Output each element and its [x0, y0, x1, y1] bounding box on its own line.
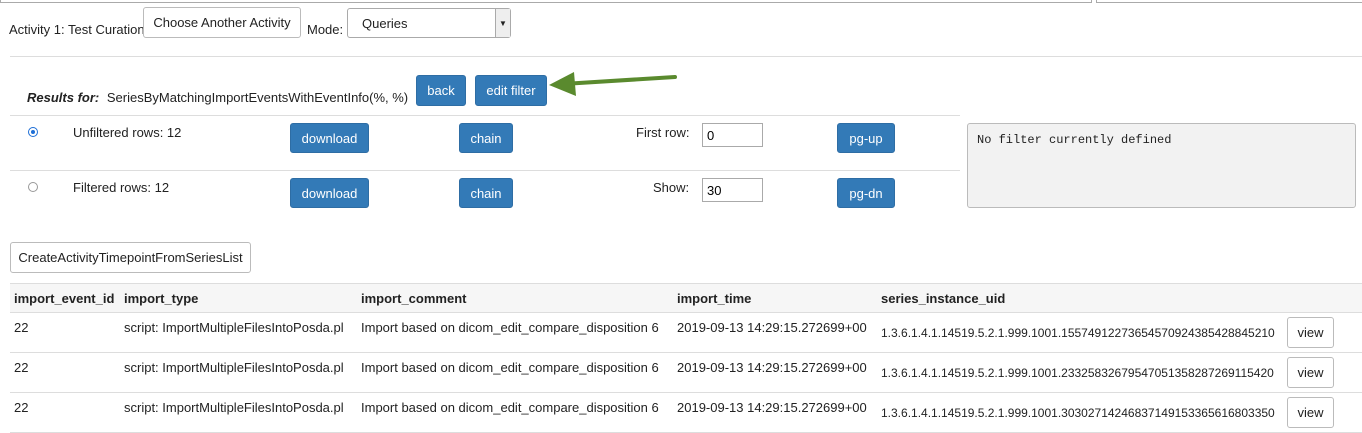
view-button[interactable]: view — [1287, 397, 1334, 428]
cell-series-uid: 1.3.6.1.4.1.14519.5.2.1.999.1001.2332583… — [877, 352, 1362, 393]
pg-dn-button[interactable]: pg-dn — [837, 178, 895, 208]
view-button[interactable]: view — [1287, 357, 1334, 388]
show-label: Show: — [653, 180, 690, 195]
show-input[interactable] — [702, 178, 763, 202]
arrow-left-icon — [549, 72, 677, 96]
divider — [10, 56, 1362, 57]
column-header: import_type — [120, 283, 357, 313]
results-heading: Results for: SeriesByMatchingImportEvent… — [27, 90, 408, 105]
cell-import-event-id: 22 — [10, 352, 120, 393]
cell-import-type: script: ImportMultipleFilesIntoPosda.pl — [120, 392, 357, 433]
series-uid-text: 1.3.6.1.4.1.14519.5.2.1.999.1001.2332583… — [881, 365, 1274, 380]
cell-import-type: script: ImportMultipleFilesIntoPosda.pl — [120, 312, 357, 353]
top-input-left[interactable] — [0, 0, 1092, 3]
cell-import-time: 2019-09-13 14:29:15.272699+00 — [673, 352, 877, 393]
first-row-label: First row: — [636, 125, 690, 140]
edit-filter-button[interactable]: edit filter — [475, 75, 547, 106]
cell-import-time: 2019-09-13 14:29:15.272699+00 — [673, 312, 877, 353]
download-button[interactable]: download — [290, 123, 369, 153]
chain-button[interactable]: chain — [459, 123, 513, 153]
chain-button[interactable]: chain — [459, 178, 513, 208]
divider — [10, 170, 960, 171]
filtered-rows-label: Filtered rows: 12 — [73, 180, 170, 195]
back-button[interactable]: back — [416, 75, 466, 106]
table-row: 22 script: ImportMultipleFilesIntoPosda.… — [10, 392, 1362, 433]
cell-import-event-id: 22 — [10, 312, 120, 353]
series-uid-text: 1.3.6.1.4.1.14519.5.2.1.999.1001.3030271… — [881, 405, 1275, 420]
column-header: import_comment — [357, 283, 673, 313]
mode-select-value: Queries — [362, 16, 408, 31]
chevron-down-icon: ▼ — [495, 9, 510, 37]
cell-series-uid: 1.3.6.1.4.1.14519.5.2.1.999.1001.3030271… — [877, 392, 1362, 433]
unfiltered-rows-label: Unfiltered rows: 12 — [73, 125, 182, 140]
filtered-radio[interactable] — [28, 182, 38, 192]
column-header: import_time — [673, 283, 877, 313]
column-header: series_instance_uid — [877, 283, 1362, 313]
table-row: 22 script: ImportMultipleFilesIntoPosda.… — [10, 352, 1362, 393]
results-prefix: Results for: — [27, 90, 100, 105]
cell-import-comment: Import based on dicom_edit_compare_dispo… — [357, 392, 673, 433]
choose-activity-button[interactable]: Choose Another Activity — [143, 7, 301, 38]
results-query: SeriesByMatchingImportEventsWithEventInf… — [106, 90, 409, 105]
table-header-row: import_event_id import_type import_comme… — [10, 283, 1362, 313]
column-header: import_event_id — [10, 283, 120, 313]
pg-up-button[interactable]: pg-up — [837, 123, 895, 153]
activity-label: Activity 1: Test Curation — [9, 22, 145, 37]
series-uid-text: 1.3.6.1.4.1.14519.5.2.1.999.1001.1557491… — [881, 325, 1275, 340]
first-row-input[interactable] — [702, 123, 763, 147]
cell-import-time: 2019-09-13 14:29:15.272699+00 — [673, 392, 877, 433]
cell-import-comment: Import based on dicom_edit_compare_dispo… — [357, 352, 673, 393]
unfiltered-radio[interactable] — [28, 127, 38, 137]
top-input-right[interactable] — [1096, 0, 1362, 3]
download-button[interactable]: download — [290, 178, 369, 208]
table-row: 22 script: ImportMultipleFilesIntoPosda.… — [10, 312, 1362, 353]
cell-series-uid: 1.3.6.1.4.1.14519.5.2.1.999.1001.1557491… — [877, 312, 1362, 353]
cell-import-comment: Import based on dicom_edit_compare_dispo… — [357, 312, 673, 353]
divider — [10, 115, 960, 116]
mode-label: Mode: — [307, 22, 344, 37]
filter-textarea[interactable]: No filter currently defined — [967, 123, 1356, 208]
cell-import-type: script: ImportMultipleFilesIntoPosda.pl — [120, 352, 357, 393]
cell-import-event-id: 22 — [10, 392, 120, 433]
mode-select[interactable]: Queries ▼ — [347, 8, 511, 38]
view-button[interactable]: view — [1287, 317, 1334, 348]
create-timepoint-button[interactable]: CreateActivityTimepointFromSeriesList — [10, 242, 251, 273]
